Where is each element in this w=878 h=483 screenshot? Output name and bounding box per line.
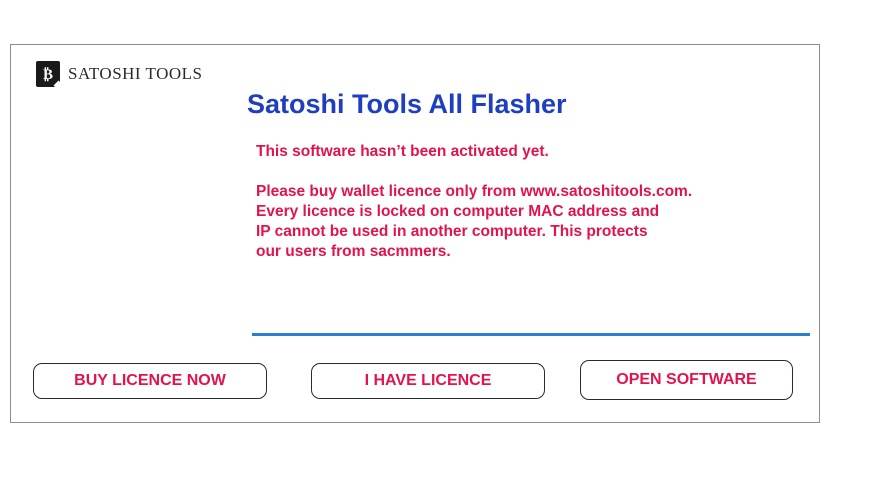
message-line: IP cannot be used in another computer. T…	[256, 223, 648, 240]
buy-licence-button[interactable]: BUY LICENCE NOW	[33, 363, 267, 399]
message-line: Please buy wallet licence only from www.…	[256, 183, 693, 200]
app-title: Satoshi Tools All Flasher	[247, 89, 567, 119]
activation-message: This software hasn’t been activated yet.…	[256, 142, 692, 262]
open-software-button[interactable]: OPEN SOFTWARE	[580, 360, 793, 400]
message-line: our users from sacmmers.	[256, 243, 451, 260]
message-line: Every licence is locked on computer MAC …	[256, 203, 660, 220]
have-licence-button[interactable]: I HAVE LICENCE	[311, 363, 545, 399]
bitcoin-logo-icon: ₿	[36, 61, 60, 87]
activation-window: ₿ SATOSHI TOOLS Satoshi Tools All Flashe…	[10, 44, 820, 423]
licence-key-input[interactable]	[252, 307, 810, 336]
activation-status-text: This software hasn’t been activated yet.	[256, 143, 549, 160]
brand-name: SATOSHI TOOLS	[68, 64, 203, 83]
brand-logo: ₿ SATOSHI TOOLS	[36, 61, 203, 87]
